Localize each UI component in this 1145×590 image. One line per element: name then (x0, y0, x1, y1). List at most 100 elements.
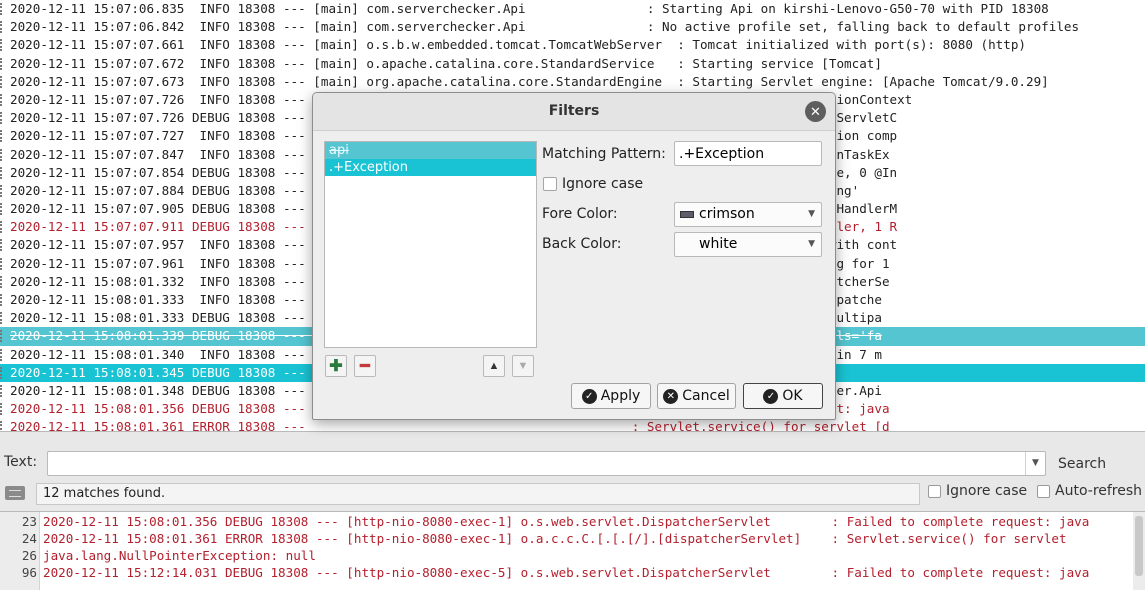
row-marker-icon (0, 330, 6, 343)
row-marker-icon (0, 366, 6, 379)
back-color-label: Back Color: (542, 236, 622, 252)
row-marker-icon (0, 148, 6, 161)
line-number: 96 (21, 565, 37, 580)
apply-label: Apply (600, 388, 641, 404)
row-marker-icon (0, 166, 6, 179)
dialog-ignore-case-checkbox[interactable] (543, 177, 557, 191)
row-marker-icon (0, 130, 6, 143)
line-number: 23 (21, 514, 37, 529)
log-row[interactable]: 2020-12-11 15:07:07.661 INFO 18308 --- [… (0, 36, 1145, 54)
auto-refresh-label: Auto-refresh (1055, 483, 1143, 499)
dialog-title: Filters (548, 103, 600, 119)
fore-color-value: crimson (699, 206, 755, 222)
search-input[interactable] (48, 452, 1023, 475)
ok-button[interactable]: ✓ OK (743, 383, 823, 409)
row-marker-icon (0, 348, 6, 361)
check-circle-icon: ✓ (763, 388, 779, 404)
row-marker-icon (0, 257, 6, 270)
result-text: java.lang.NullPointerException: null (43, 548, 316, 563)
result-text: 2020-12-11 15:12:14.031 DEBUG 18308 --- … (43, 565, 1090, 580)
scrollbar-thumb[interactable] (1135, 516, 1143, 576)
arrow-down-icon: ▼ (517, 359, 529, 372)
chevron-down-icon[interactable]: ▼ (1025, 452, 1045, 475)
log-row[interactable]: 2020-12-11 15:07:06.835 INFO 18308 --- [… (0, 0, 1145, 18)
search-text-label: Text: (4, 454, 38, 470)
close-icon[interactable]: ✕ (805, 101, 826, 122)
search-combo[interactable]: ▼ (47, 451, 1046, 476)
filter-item-exception[interactable]: .+Exception (325, 159, 536, 176)
log-row-text: 2020-12-11 15:07:07.673 INFO 18308 --- [… (10, 73, 1049, 89)
cancel-button[interactable]: ✕ Cancel (657, 383, 736, 409)
cancel-circle-icon: ✕ (663, 388, 679, 404)
move-up-button[interactable]: ▲ (483, 355, 505, 377)
move-down-button[interactable]: ▼ (512, 355, 534, 377)
log-row-text: 2020-12-11 15:07:07.672 INFO 18308 --- [… (10, 55, 882, 71)
chevron-down-icon: ▼ (808, 209, 815, 219)
minus-icon: ━ (360, 357, 370, 375)
results-view[interactable]: 23 2020-12-11 15:08:01.356 DEBUG 18308 --… (0, 511, 1145, 590)
log-row[interactable]: 2020-12-11 15:07:06.842 INFO 18308 --- [… (0, 18, 1145, 36)
row-marker-icon (0, 112, 6, 125)
check-circle-icon: ✓ (581, 388, 597, 404)
status-message: 12 matches found. (36, 483, 920, 505)
row-marker-icon (0, 93, 6, 106)
ok-label: OK (782, 388, 803, 404)
apply-button[interactable]: ✓ Apply (571, 383, 651, 409)
ignore-case-checkbox[interactable] (928, 485, 941, 498)
ignore-case-label: Ignore case (946, 483, 1028, 499)
result-row[interactable]: 26 java.lang.NullPointerException: null (0, 547, 316, 564)
result-text: 2020-12-11 15:08:01.361 ERROR 18308 --- … (43, 531, 1067, 546)
row-marker-icon (0, 384, 6, 397)
matching-pattern-input[interactable] (674, 141, 822, 166)
line-number: 26 (21, 548, 37, 563)
row-marker-icon (0, 3, 6, 15)
chevron-down-icon: ▼ (808, 239, 815, 249)
cancel-label: Cancel (682, 388, 730, 404)
row-marker-icon (0, 21, 6, 34)
row-marker-icon (0, 275, 6, 288)
remove-filter-button[interactable]: ━ (354, 355, 376, 377)
color-swatch-icon (680, 211, 694, 218)
status-bar: 12 matches found. Ignore case Auto-refre… (0, 481, 1145, 507)
result-text: 2020-12-11 15:08:01.356 DEBUG 18308 --- … (43, 514, 1090, 529)
row-marker-icon (0, 39, 6, 52)
row-marker-icon (0, 403, 6, 416)
log-row[interactable]: 2020-12-11 15:07:07.673 INFO 18308 --- [… (0, 73, 1145, 91)
matching-pattern-label: Matching Pattern: (542, 146, 666, 162)
log-row-text: 2020-12-11 15:08:01.361 ERROR 18308 --- … (10, 419, 890, 432)
row-marker-icon (0, 203, 6, 216)
dialog-titlebar[interactable]: Filters ✕ (313, 93, 835, 131)
row-marker-icon (0, 421, 6, 431)
row-marker-icon (0, 184, 6, 197)
search-bar: Text: ▼ Search (0, 449, 1145, 477)
log-row[interactable]: 2020-12-11 15:08:01.361 ERROR 18308 --- … (0, 418, 1145, 432)
row-marker-icon (0, 75, 6, 88)
arrow-up-icon: ▲ (488, 359, 500, 372)
result-row[interactable]: 96 2020-12-11 15:12:14.031 DEBUG 18308 --… (0, 564, 1090, 581)
back-color-value: white (699, 236, 738, 252)
log-row-text: 2020-12-11 15:07:07.661 INFO 18308 --- [… (10, 37, 1026, 53)
result-row[interactable]: 23 2020-12-11 15:08:01.356 DEBUG 18308 --… (0, 513, 1090, 530)
filter-item-api[interactable]: api (325, 142, 536, 159)
row-marker-icon (0, 312, 6, 325)
auto-refresh-checkbox[interactable] (1037, 485, 1050, 498)
dialog-ignore-case-label: Ignore case (562, 176, 644, 192)
line-number: 24 (21, 531, 37, 546)
row-marker-icon (0, 57, 6, 70)
log-row-text: 2020-12-11 15:07:06.842 INFO 18308 --- [… (10, 19, 1080, 35)
row-marker-icon (0, 294, 6, 306)
fore-color-select[interactable]: crimson ▼ (674, 202, 822, 227)
search-button[interactable]: Search (1052, 452, 1142, 476)
log-row[interactable]: 2020-12-11 15:07:07.672 INFO 18308 --- [… (0, 55, 1145, 73)
row-marker-icon (0, 221, 6, 234)
filters-dialog: Filters ✕ api .+Exception ✚ ━ ▲ ▼ Matchi… (312, 92, 836, 420)
filter-list[interactable]: api .+Exception (324, 141, 537, 348)
result-row[interactable]: 24 2020-12-11 15:08:01.361 ERROR 18308 --… (0, 530, 1067, 547)
results-scrollbar[interactable] (1133, 512, 1145, 590)
log-row-text: 2020-12-11 15:07:06.835 INFO 18308 --- [… (10, 1, 1049, 16)
keyboard-icon (5, 486, 25, 500)
add-filter-button[interactable]: ✚ (325, 355, 347, 377)
back-color-select[interactable]: white ▼ (674, 232, 822, 257)
row-marker-icon (0, 239, 6, 252)
plus-icon: ✚ (329, 357, 343, 375)
